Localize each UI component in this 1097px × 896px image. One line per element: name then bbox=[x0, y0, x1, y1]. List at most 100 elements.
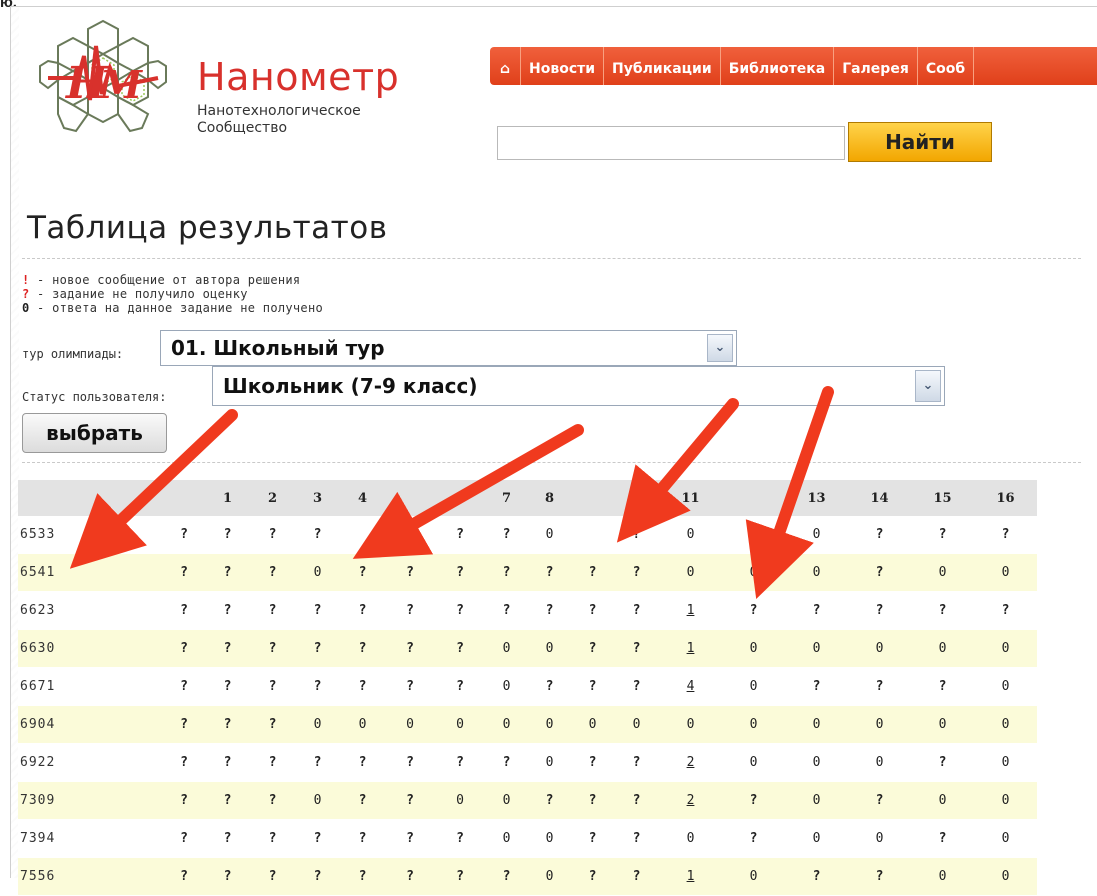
legend-item: ? - задание не получило оценку bbox=[22, 287, 323, 301]
score-cell: ? bbox=[614, 629, 659, 668]
score-cell: ? bbox=[571, 667, 614, 706]
score-cell: ? bbox=[205, 705, 250, 744]
score-cell: ? bbox=[571, 629, 614, 668]
score-cell: 0 bbox=[340, 705, 385, 744]
score-cell: 0 bbox=[485, 819, 528, 858]
score-cell: 0 bbox=[722, 553, 785, 592]
status-select[interactable]: Школьник (7-9 класс) ⌄ bbox=[212, 366, 945, 406]
column-header-task bbox=[614, 480, 659, 516]
user-id-cell: 6541 bbox=[18, 553, 163, 592]
score-cell: 0 bbox=[911, 781, 974, 820]
score-cell: ? bbox=[340, 629, 385, 668]
score-cell: ? bbox=[974, 591, 1037, 630]
nav-item-library[interactable]: Библиотека bbox=[721, 47, 835, 85]
column-header-task bbox=[385, 480, 435, 516]
score-cell: ? bbox=[163, 591, 205, 630]
column-header-task: 15 bbox=[911, 480, 974, 516]
score-cell: 0 bbox=[435, 781, 485, 820]
legend-item: 0 - ответа на данное задание не получено bbox=[22, 301, 323, 315]
score-cell: ? bbox=[295, 743, 340, 782]
legend-text: - новое сообщение от автора решения bbox=[29, 273, 301, 287]
score-cell: 0 bbox=[722, 743, 785, 782]
score-cell: 0 bbox=[659, 516, 722, 554]
score-cell: ? bbox=[295, 667, 340, 706]
score-cell: 0 bbox=[974, 819, 1037, 858]
score-cell: 0 bbox=[785, 819, 848, 858]
nav-item-community[interactable]: Сооб bbox=[918, 47, 975, 85]
score-cell: ? bbox=[205, 629, 250, 668]
score-cell: 0 bbox=[785, 705, 848, 744]
score-cell: ? bbox=[205, 516, 250, 554]
score-cell: ? bbox=[722, 781, 785, 820]
nanometer-logo-icon[interactable]: H M bbox=[38, 16, 168, 136]
score-cell: 0 bbox=[785, 629, 848, 668]
score-link[interactable]: 2 bbox=[659, 743, 722, 782]
score-cell: ? bbox=[250, 781, 295, 820]
table-row: 7394??????? 0 0?? 0? 0 0? 0 bbox=[18, 819, 1037, 858]
score-cell: 0 bbox=[528, 819, 571, 858]
brand-subtitle: Нанотехнологическое Сообщество bbox=[197, 103, 361, 137]
svg-text:M: M bbox=[98, 62, 143, 107]
score-link[interactable]: 4 bbox=[659, 667, 722, 706]
score-cell: ? bbox=[435, 743, 485, 782]
chevron-down-icon[interactable]: ⌄ bbox=[915, 370, 941, 402]
brand-name[interactable]: Нанометр bbox=[197, 55, 399, 99]
score-cell: ? bbox=[722, 819, 785, 858]
choose-button[interactable]: выбрать bbox=[22, 413, 167, 453]
score-link[interactable]: 1 bbox=[659, 629, 722, 668]
score-cell: ? bbox=[163, 819, 205, 858]
score-link[interactable]: 1 bbox=[659, 591, 722, 630]
score-cell: ? bbox=[295, 516, 340, 554]
column-header-task bbox=[571, 480, 614, 516]
score-cell: ? bbox=[205, 819, 250, 858]
nav-item-publications[interactable]: Публикации bbox=[604, 47, 721, 85]
column-header-task: 7 bbox=[485, 480, 528, 516]
score-cell: 0 bbox=[974, 667, 1037, 706]
score-cell: 0 bbox=[785, 553, 848, 592]
score-cell: ? bbox=[163, 667, 205, 706]
score-cell: ? bbox=[250, 667, 295, 706]
score-cell: 0 bbox=[722, 667, 785, 706]
score-cell: ? bbox=[205, 743, 250, 782]
score-cell: ? bbox=[205, 553, 250, 592]
table-row: 6922???????? 0?? 2 0 0 0? 0 bbox=[18, 743, 1037, 782]
score-cell: ? bbox=[722, 516, 785, 554]
user-id-cell: 6904 bbox=[18, 705, 163, 744]
column-header-task bbox=[163, 480, 205, 516]
score-cell: ? bbox=[614, 819, 659, 858]
score-cell: 0 bbox=[528, 705, 571, 744]
score-cell: ? bbox=[435, 591, 485, 630]
chevron-down-icon[interactable]: ⌄ bbox=[707, 334, 733, 362]
score-cell: 0 bbox=[785, 743, 848, 782]
round-select[interactable]: 01. Школьный тур ⌄ bbox=[160, 330, 737, 366]
brand-subtitle-line1: Нанотехнологическое bbox=[197, 103, 361, 119]
nav-item-gallery[interactable]: Галерея bbox=[834, 47, 918, 85]
score-link[interactable]: 2 bbox=[659, 781, 722, 820]
score-cell: 0 bbox=[614, 705, 659, 744]
score-cell: ? bbox=[295, 629, 340, 668]
search-input[interactable] bbox=[497, 126, 845, 160]
score-cell: ? bbox=[435, 667, 485, 706]
nav-item-news[interactable]: Новости bbox=[521, 47, 605, 85]
score-cell: 0 bbox=[295, 553, 340, 592]
round-select-value: 01. Школьный тур bbox=[171, 336, 385, 360]
score-cell: ? bbox=[295, 819, 340, 858]
search-button[interactable]: Найти bbox=[848, 122, 992, 162]
score-cell: ? bbox=[848, 591, 911, 630]
score-cell: 0 bbox=[571, 705, 614, 744]
brand-subtitle-line2: Сообщество bbox=[197, 120, 288, 136]
round-label: тур олимпиады: bbox=[22, 347, 124, 361]
score-cell: 0 bbox=[974, 705, 1037, 744]
home-icon[interactable]: ⌂ bbox=[490, 47, 521, 85]
column-header-task: 16 bbox=[974, 480, 1037, 516]
legend-mark: ! bbox=[22, 273, 30, 287]
table-header-row: 1 2 3 4 6 7 8 11 13 14 15 16 bbox=[18, 480, 1037, 516]
column-header-task: 6 bbox=[435, 480, 485, 516]
user-id-cell: 6630 bbox=[18, 629, 163, 668]
column-header-task: 8 bbox=[528, 480, 571, 516]
user-id-cell: 6671 bbox=[18, 667, 163, 706]
legend-text: - задание не получило оценку bbox=[29, 287, 248, 301]
score-cell: ? bbox=[722, 591, 785, 630]
score-cell: ? bbox=[250, 591, 295, 630]
score-cell: ? bbox=[250, 743, 295, 782]
